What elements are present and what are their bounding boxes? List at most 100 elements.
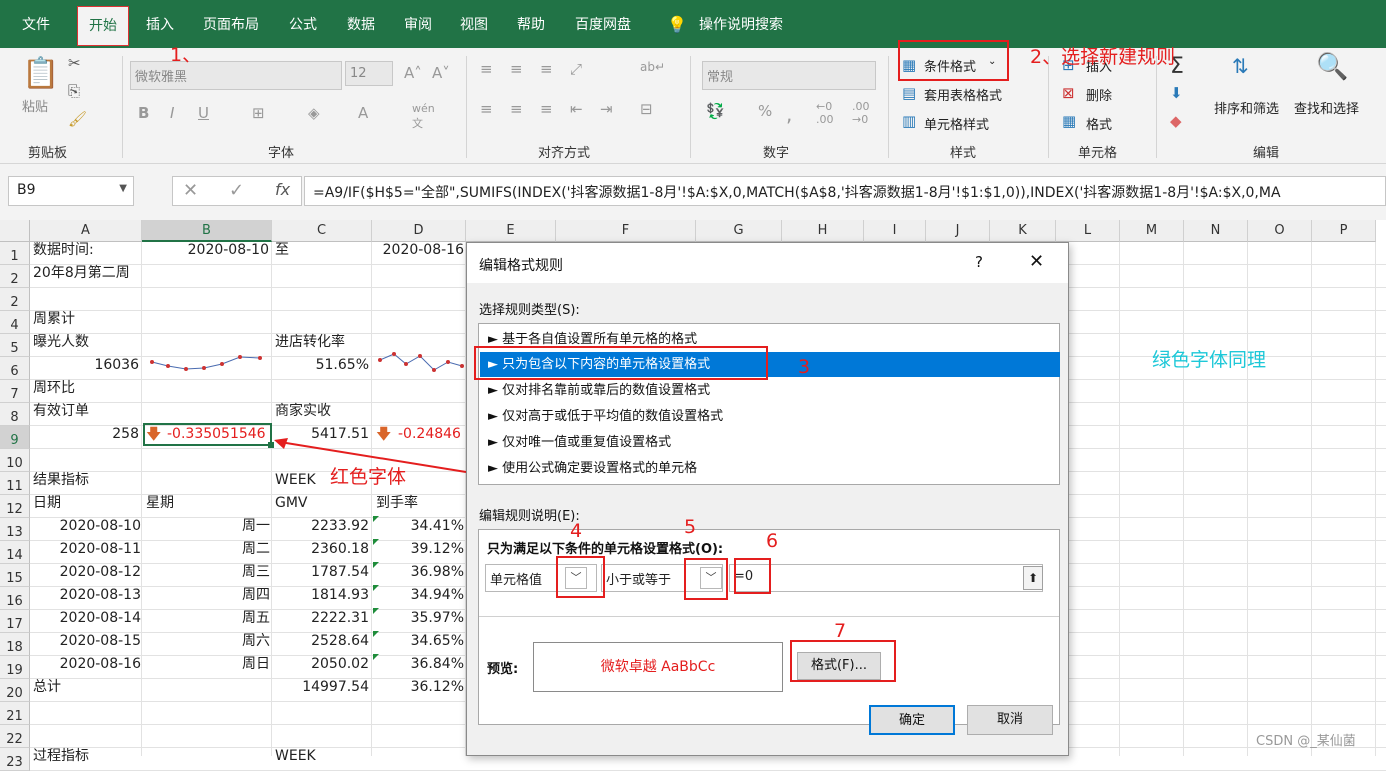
underline-icon[interactable]: U — [198, 104, 209, 122]
increase-decimal-icon[interactable]: ←0.00 — [816, 100, 834, 126]
row-header[interactable]: 14 — [0, 541, 30, 564]
column-header[interactable]: G — [696, 220, 782, 242]
column-header[interactable]: F — [556, 220, 696, 242]
format-as-table-button[interactable]: 套用表格格式 — [924, 85, 1002, 104]
decrease-indent-icon[interactable]: ⇤ — [570, 100, 583, 118]
rule-type-item[interactable]: ► 仅对排名靠前或靠后的数值设置格式 — [480, 378, 1060, 403]
row-header[interactable]: 10 — [0, 449, 30, 472]
decrease-decimal-icon[interactable]: .00 →0 — [852, 100, 870, 126]
cell-rate[interactable]: 36.84% — [372, 653, 464, 676]
cancel-icon[interactable]: ✕ — [183, 180, 198, 201]
tab-formulas[interactable]: 公式 — [289, 0, 317, 48]
cell-date[interactable]: 2020-08-16 — [33, 653, 141, 676]
comma-style-icon[interactable]: , — [786, 102, 792, 126]
clear-icon[interactable]: ◆ — [1170, 112, 1182, 130]
tab-page-layout[interactable]: 页面布局 — [203, 0, 259, 48]
row-header[interactable]: 7 — [0, 380, 30, 403]
row-header[interactable]: 21 — [0, 702, 30, 725]
row-header[interactable]: 1 — [0, 242, 30, 265]
cell-a8[interactable]: 有效订单 — [33, 400, 89, 423]
collapse-dialog-icon[interactable]: ⬆ — [1023, 566, 1043, 590]
orientation-icon[interactable]: ⤢ — [570, 60, 582, 78]
cancel-button[interactable]: 取消 — [967, 705, 1053, 735]
cell-c20[interactable]: 14997.54 — [275, 676, 369, 699]
row-header[interactable]: 4 — [0, 311, 30, 334]
row-header[interactable]: 19 — [0, 656, 30, 679]
row-header[interactable]: 8 — [0, 403, 30, 426]
bold-icon[interactable]: B — [138, 104, 149, 122]
phonetic-icon[interactable]: wén 文 — [412, 102, 435, 131]
condition-value-input[interactable]: =0 — [729, 564, 1043, 592]
cell-b9[interactable]: -0.335051546 — [167, 423, 266, 446]
cell-rate[interactable]: 36.98% — [372, 561, 464, 584]
rule-type-item[interactable]: ► 仅对唯一值或重复值设置格式 — [480, 430, 1060, 455]
align-left-icon[interactable]: ≡ — [480, 100, 493, 118]
percent-icon[interactable]: % — [758, 102, 772, 120]
column-header[interactable]: M — [1120, 220, 1184, 242]
row-header[interactable]: 2 — [0, 265, 30, 288]
cell-a9[interactable]: 258 — [33, 423, 139, 446]
ok-button[interactable]: 确定 — [869, 705, 955, 735]
cell-a4[interactable]: 周累计 — [33, 308, 75, 331]
cell-rate[interactable]: 39.12% — [372, 538, 464, 561]
cell-rate[interactable]: 34.41% — [372, 515, 464, 538]
wrap-text-icon[interactable]: ab↵ — [640, 60, 665, 74]
cell-a5[interactable]: 曝光人数 — [33, 331, 89, 354]
cell-c1[interactable]: 至 — [275, 239, 289, 262]
cell-weekday[interactable]: 周六 — [146, 630, 270, 653]
cell-c5[interactable]: 进店转化率 — [275, 331, 345, 354]
decrease-font-icon[interactable]: A˅ — [432, 64, 450, 82]
column-header[interactable]: E — [466, 220, 556, 242]
cell-a12[interactable]: 日期 — [33, 492, 61, 515]
tab-view[interactable]: 视图 — [460, 0, 488, 48]
rule-type-item[interactable]: ► 仅对高于或低于平均值的数值设置格式 — [480, 404, 1060, 429]
cell-gmv[interactable]: 2360.18 — [275, 538, 369, 561]
align-top-icon[interactable]: ≡ — [480, 60, 493, 78]
insert-function-icon[interactable]: fx — [275, 180, 290, 199]
cell-date[interactable]: 2020-08-14 — [33, 607, 141, 630]
cell-styles-button[interactable]: 单元格样式 — [924, 114, 989, 133]
tab-home[interactable]: 开始 — [77, 6, 129, 46]
cell-weekday[interactable]: 周四 — [146, 584, 270, 607]
tab-review[interactable]: 审阅 — [404, 0, 432, 48]
row-header[interactable]: 5 — [0, 334, 30, 357]
format-cells-button[interactable]: 格式 — [1086, 114, 1112, 133]
row-header[interactable]: 16 — [0, 587, 30, 610]
cell-a20[interactable]: 总计 — [33, 676, 61, 699]
tab-data[interactable]: 数据 — [347, 0, 375, 48]
border-icon[interactable]: ⊞ — [252, 104, 265, 122]
tab-baidu-disk[interactable]: 百度网盘 — [575, 0, 631, 48]
row-header[interactable]: 22 — [0, 725, 30, 748]
cell-date[interactable]: 2020-08-10 — [33, 515, 141, 538]
cell-gmv[interactable]: 2050.02 — [275, 653, 369, 676]
row-header[interactable]: 18 — [0, 633, 30, 656]
paste-button[interactable]: 粘贴 — [22, 96, 48, 115]
cell-gmv[interactable]: 2233.92 — [275, 515, 369, 538]
chevron-down-icon[interactable]: ▼ — [119, 183, 127, 194]
align-right-icon[interactable]: ≡ — [540, 100, 553, 118]
row-header[interactable]: 9 — [0, 426, 30, 449]
cell-d1[interactable]: 2020-08-16 — [372, 239, 464, 262]
enter-icon[interactable]: ✓ — [229, 180, 244, 201]
tab-help[interactable]: 帮助 — [517, 0, 545, 48]
tab-file[interactable]: 文件 — [22, 0, 50, 48]
cell-rate[interactable]: 34.65% — [372, 630, 464, 653]
column-header[interactable]: K — [990, 220, 1056, 242]
name-box[interactable]: B9 ▼ — [8, 176, 134, 206]
cell-weekday[interactable]: 周日 — [146, 653, 270, 676]
cell-weekday[interactable]: 周三 — [146, 561, 270, 584]
cell-d12[interactable]: 到手率 — [376, 492, 418, 515]
cell-b12[interactable]: 星期 — [146, 492, 174, 515]
row-header[interactable]: 11 — [0, 472, 30, 495]
row-header[interactable]: 17 — [0, 610, 30, 633]
align-bottom-icon[interactable]: ≡ — [540, 60, 553, 78]
font-color-icon[interactable]: A — [358, 104, 368, 122]
find-select-button[interactable]: 查找和选择 — [1294, 98, 1359, 117]
cell-c6[interactable]: 51.65% — [275, 354, 369, 377]
column-header[interactable]: N — [1184, 220, 1248, 242]
column-header[interactable]: O — [1248, 220, 1312, 242]
cell-c8[interactable]: 商家实收 — [275, 400, 331, 423]
fill-icon[interactable]: ⬇ — [1170, 84, 1183, 102]
number-format-select[interactable]: 常规 — [702, 61, 876, 90]
cell-date[interactable]: 2020-08-11 — [33, 538, 141, 561]
